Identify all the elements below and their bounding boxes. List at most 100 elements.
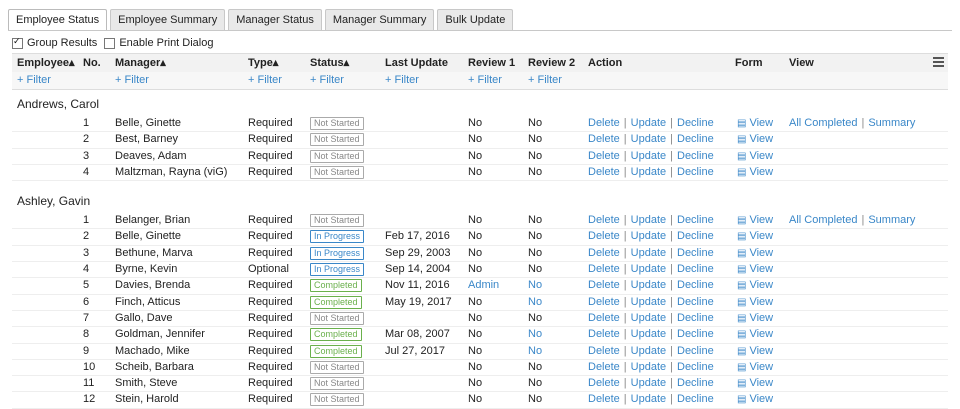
form-view-label[interactable]: View xyxy=(749,312,773,324)
decline-link[interactable]: Decline xyxy=(677,361,714,373)
delete-link[interactable]: Delete xyxy=(588,393,620,405)
delete-link[interactable]: Delete xyxy=(588,377,620,389)
form-view[interactable]: ▤ View xyxy=(737,278,773,293)
update-link[interactable]: Update xyxy=(631,361,666,373)
form-view-label[interactable]: View xyxy=(749,345,773,357)
update-link[interactable]: Update xyxy=(631,133,666,145)
decline-link[interactable]: Decline xyxy=(677,345,714,357)
form-view[interactable]: ▤ View xyxy=(737,165,773,180)
update-link[interactable]: Update xyxy=(631,247,666,259)
col-type[interactable]: Type▴ xyxy=(248,54,278,72)
all-completed-link[interactable]: All Completed xyxy=(789,214,857,226)
filter-last-update[interactable]: + Filter xyxy=(385,72,419,89)
form-view-label[interactable]: View xyxy=(749,361,773,373)
update-link[interactable]: Update xyxy=(631,345,666,357)
form-view-label[interactable]: View xyxy=(749,150,773,162)
tab-bulk-update[interactable]: Bulk Update xyxy=(437,9,514,30)
print-dialog-checkbox[interactable] xyxy=(104,37,116,49)
decline-link[interactable]: Decline xyxy=(677,377,714,389)
delete-link[interactable]: Delete xyxy=(588,133,620,145)
decline-link[interactable]: Decline xyxy=(677,150,714,162)
form-view-label[interactable]: View xyxy=(749,230,773,242)
form-view[interactable]: ▤ View xyxy=(737,213,773,228)
delete-link[interactable]: Delete xyxy=(588,117,620,129)
form-view-label[interactable]: View xyxy=(749,263,773,275)
form-view-label[interactable]: View xyxy=(749,133,773,145)
update-link[interactable]: Update xyxy=(631,296,666,308)
form-view-label[interactable]: View xyxy=(749,117,773,129)
update-link[interactable]: Update xyxy=(631,393,666,405)
form-view[interactable]: ▤ View xyxy=(737,392,773,407)
col-manager[interactable]: Manager▴ xyxy=(115,54,166,72)
update-link[interactable]: Update xyxy=(631,263,666,275)
form-view-label[interactable]: View xyxy=(749,247,773,259)
filter-review2[interactable]: + Filter xyxy=(528,72,562,89)
form-view-label[interactable]: View xyxy=(749,166,773,178)
summary-link[interactable]: Summary xyxy=(868,214,915,226)
form-view-label[interactable]: View xyxy=(749,393,773,405)
filter-status[interactable]: + Filter xyxy=(310,72,344,89)
form-view[interactable]: ▤ View xyxy=(737,295,773,310)
group-results-checkbox[interactable] xyxy=(12,36,23,49)
summary-link[interactable]: Summary xyxy=(868,117,915,129)
delete-link[interactable]: Delete xyxy=(588,312,620,324)
delete-link[interactable]: Delete xyxy=(588,166,620,178)
delete-link[interactable]: Delete xyxy=(588,263,620,275)
form-view[interactable]: ▤ View xyxy=(737,149,773,164)
review1-value[interactable]: Admin xyxy=(468,278,499,293)
update-link[interactable]: Update xyxy=(631,230,666,242)
form-view[interactable]: ▤ View xyxy=(737,360,773,375)
menu-icon[interactable] xyxy=(933,57,944,69)
form-view-label[interactable]: View xyxy=(749,296,773,308)
form-view[interactable]: ▤ View xyxy=(737,229,773,244)
form-view-label[interactable]: View xyxy=(749,377,773,389)
all-completed-link[interactable]: All Completed xyxy=(789,117,857,129)
form-view[interactable]: ▤ View xyxy=(737,116,773,131)
filter-review1[interactable]: + Filter xyxy=(468,72,502,89)
form-view-label[interactable]: View xyxy=(749,328,773,340)
delete-link[interactable]: Delete xyxy=(588,279,620,291)
form-view[interactable]: ▤ View xyxy=(737,262,773,277)
delete-link[interactable]: Delete xyxy=(588,296,620,308)
decline-link[interactable]: Decline xyxy=(677,166,714,178)
tab-manager-status[interactable]: Manager Status xyxy=(228,9,322,30)
decline-link[interactable]: Decline xyxy=(677,279,714,291)
decline-link[interactable]: Decline xyxy=(677,393,714,405)
col-employee[interactable]: Employee▴ xyxy=(17,54,75,72)
update-link[interactable]: Update xyxy=(631,117,666,129)
delete-link[interactable]: Delete xyxy=(588,345,620,357)
update-link[interactable]: Update xyxy=(631,279,666,291)
delete-link[interactable]: Delete xyxy=(588,361,620,373)
decline-link[interactable]: Decline xyxy=(677,214,714,226)
decline-link[interactable]: Decline xyxy=(677,230,714,242)
update-link[interactable]: Update xyxy=(631,214,666,226)
form-view[interactable]: ▤ View xyxy=(737,376,773,391)
decline-link[interactable]: Decline xyxy=(677,296,714,308)
delete-link[interactable]: Delete xyxy=(588,328,620,340)
decline-link[interactable]: Decline xyxy=(677,247,714,259)
update-link[interactable]: Update xyxy=(631,312,666,324)
tab-manager-summary[interactable]: Manager Summary xyxy=(324,9,435,30)
form-view[interactable]: ▤ View xyxy=(737,311,773,326)
delete-link[interactable]: Delete xyxy=(588,247,620,259)
decline-link[interactable]: Decline xyxy=(677,133,714,145)
form-view-label[interactable]: View xyxy=(749,279,773,291)
form-view[interactable]: ▤ View xyxy=(737,132,773,147)
update-link[interactable]: Update xyxy=(631,150,666,162)
col-status[interactable]: Status▴ xyxy=(310,54,349,72)
delete-link[interactable]: Delete xyxy=(588,150,620,162)
decline-link[interactable]: Decline xyxy=(677,117,714,129)
decline-link[interactable]: Decline xyxy=(677,263,714,275)
delete-link[interactable]: Delete xyxy=(588,214,620,226)
filter-type[interactable]: + Filter xyxy=(248,72,282,89)
decline-link[interactable]: Decline xyxy=(677,312,714,324)
filter-employee[interactable]: + Filter xyxy=(17,72,51,89)
form-view-label[interactable]: View xyxy=(749,214,773,226)
decline-link[interactable]: Decline xyxy=(677,328,714,340)
update-link[interactable]: Update xyxy=(631,377,666,389)
tab-employee-summary[interactable]: Employee Summary xyxy=(110,9,226,30)
form-view[interactable]: ▤ View xyxy=(737,327,773,342)
form-view[interactable]: ▤ View xyxy=(737,344,773,359)
update-link[interactable]: Update xyxy=(631,328,666,340)
tab-employee-status[interactable]: Employee Status xyxy=(8,9,108,30)
